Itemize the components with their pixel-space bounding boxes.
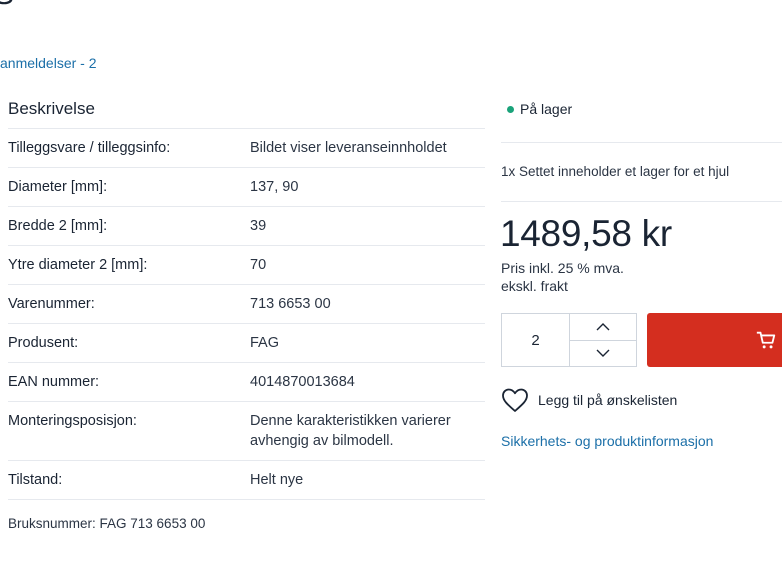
spec-row: Varenummer: 713 6653 00 bbox=[8, 284, 485, 324]
spec-label: Bredde 2 [mm]: bbox=[8, 218, 108, 234]
spec-table: Tilleggsvare / tilleggsinfo: Bildet viser… bbox=[8, 128, 485, 500]
vat-note: Pris inkl. 25 % mva. ekskl. frakt bbox=[501, 259, 624, 295]
spec-value: Denne karakteristikken varierer avhengig… bbox=[250, 413, 451, 449]
spec-value: FAG bbox=[250, 335, 280, 351]
spec-label: Ytre diameter 2 [mm]: bbox=[8, 257, 148, 273]
spec-value: 39 bbox=[250, 218, 267, 234]
set-note: 1x Settet inneholder et lager for et hju… bbox=[501, 164, 730, 179]
stock-dot-icon bbox=[507, 105, 514, 113]
quantity-input[interactable] bbox=[502, 314, 570, 366]
spec-row: Monteringsposisjon: Denne karakteristikke… bbox=[8, 401, 485, 461]
quantity-increase-button[interactable] bbox=[570, 314, 636, 340]
wishlist-label: Legg til på ønskelisten bbox=[538, 392, 678, 408]
spec-row: Diameter [mm]: 137, 90 bbox=[8, 167, 485, 207]
quantity-decrease-button[interactable] bbox=[570, 339, 636, 367]
spec-value: 70 bbox=[250, 257, 267, 273]
stock-status: På lager bbox=[507, 101, 572, 117]
spec-row: Tilstand: Helt nye bbox=[8, 460, 485, 500]
spec-value: Bildet viser leveranseinnholdet bbox=[250, 140, 447, 156]
spec-label: Monteringsposisjon: bbox=[8, 413, 137, 429]
reviews-link[interactable]: anmeldelser - 2 bbox=[0, 55, 97, 71]
cart-icon bbox=[756, 331, 776, 349]
spec-row: Tilleggsvare / tilleggsinfo: Bildet viser… bbox=[8, 128, 485, 168]
divider bbox=[501, 142, 782, 143]
chevron-up-icon bbox=[596, 322, 610, 331]
spec-label: Diameter [mm]: bbox=[8, 179, 108, 195]
spec-label: Tilleggsvare / tilleggsinfo: bbox=[8, 140, 171, 156]
heart-icon bbox=[502, 388, 528, 412]
spec-row: Produsent: FAG bbox=[8, 323, 485, 363]
divider bbox=[501, 201, 782, 202]
spec-value: Helt nye bbox=[250, 472, 304, 488]
product-title: S bbox=[0, 0, 14, 12]
shipping-line: ekskl. frakt bbox=[501, 278, 568, 294]
spec-value: 713 6653 00 bbox=[250, 296, 331, 312]
spec-label: Produsent: bbox=[8, 335, 79, 351]
quantity-arrows bbox=[570, 314, 636, 366]
add-to-cart-button[interactable] bbox=[647, 313, 782, 367]
safety-info-link[interactable]: Sikkerhets- og produktinformasjon bbox=[501, 433, 713, 449]
quantity-stepper bbox=[501, 313, 637, 367]
spec-value: 137, 90 bbox=[250, 179, 299, 195]
price: 1489,58 kr bbox=[500, 213, 672, 254]
spec-label: Tilstand: bbox=[8, 472, 63, 488]
spec-value: 4014870013684 bbox=[250, 374, 355, 390]
chevron-down-icon bbox=[596, 349, 610, 358]
spec-label: EAN nummer: bbox=[8, 374, 100, 390]
stock-status-label: På lager bbox=[520, 101, 573, 117]
wishlist-button[interactable]: Legg til på ønskelisten bbox=[501, 387, 677, 413]
spec-row: EAN nummer: 4014870013684 bbox=[8, 362, 485, 402]
vat-line: Pris inkl. 25 % mva. bbox=[501, 260, 624, 276]
spec-label: Varenummer: bbox=[8, 296, 95, 312]
spec-row: Ytre diameter 2 [mm]: 70 bbox=[8, 245, 485, 285]
description-heading: Beskrivelse bbox=[8, 99, 95, 118]
spec-row: Bredde 2 [mm]: 39 bbox=[8, 206, 485, 246]
usage-number: Bruksnummer: FAG 713 6653 00 bbox=[8, 516, 206, 531]
